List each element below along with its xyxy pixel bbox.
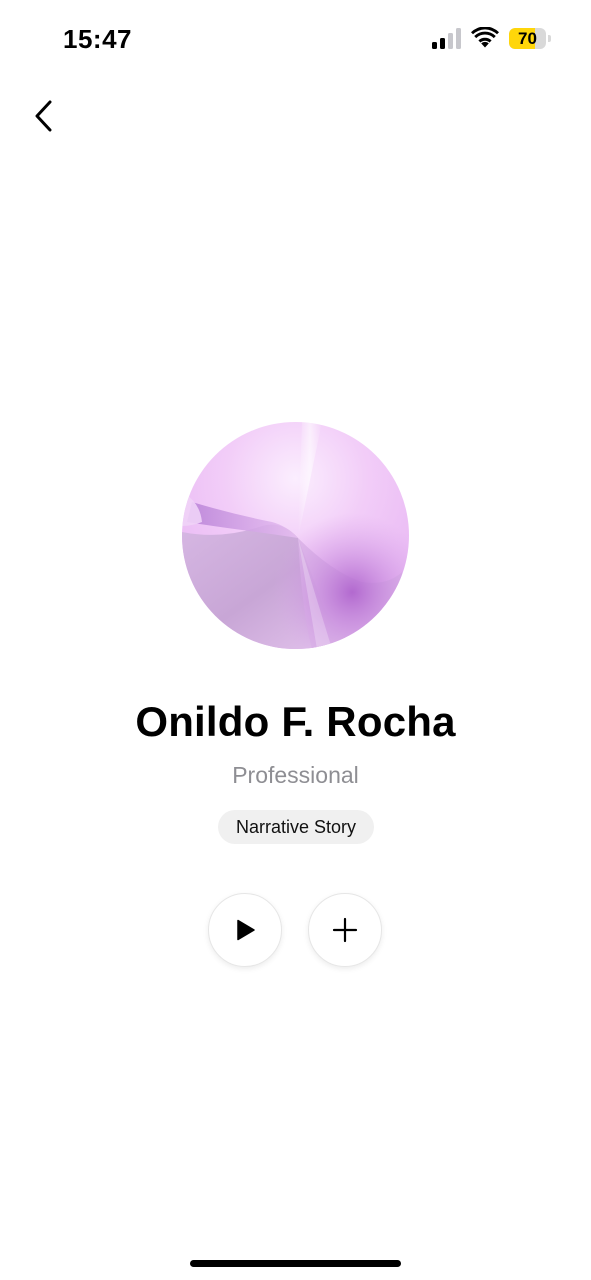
profile-role: Professional (232, 762, 359, 788)
battery-level: 70 (518, 29, 537, 48)
battery-cap (548, 35, 551, 42)
genre-tag[interactable]: Narrative Story (218, 810, 374, 844)
status-bar: 15:47 70 (0, 0, 591, 80)
battery-body: 70 (509, 28, 546, 49)
plus-icon (332, 917, 358, 943)
profile-name: Onildo F. Rocha (135, 698, 456, 745)
back-button[interactable] (22, 92, 70, 140)
profile-avatar (182, 422, 409, 649)
home-indicator[interactable] (190, 1260, 401, 1267)
wifi-icon (471, 27, 499, 48)
play-button[interactable] (208, 893, 282, 967)
chevron-left-icon (35, 100, 52, 132)
play-icon (237, 919, 255, 941)
status-time: 15:47 (63, 24, 132, 54)
battery-indicator: 70 (509, 28, 551, 49)
add-button[interactable] (308, 893, 382, 967)
cellular-signal-icon (432, 28, 461, 49)
